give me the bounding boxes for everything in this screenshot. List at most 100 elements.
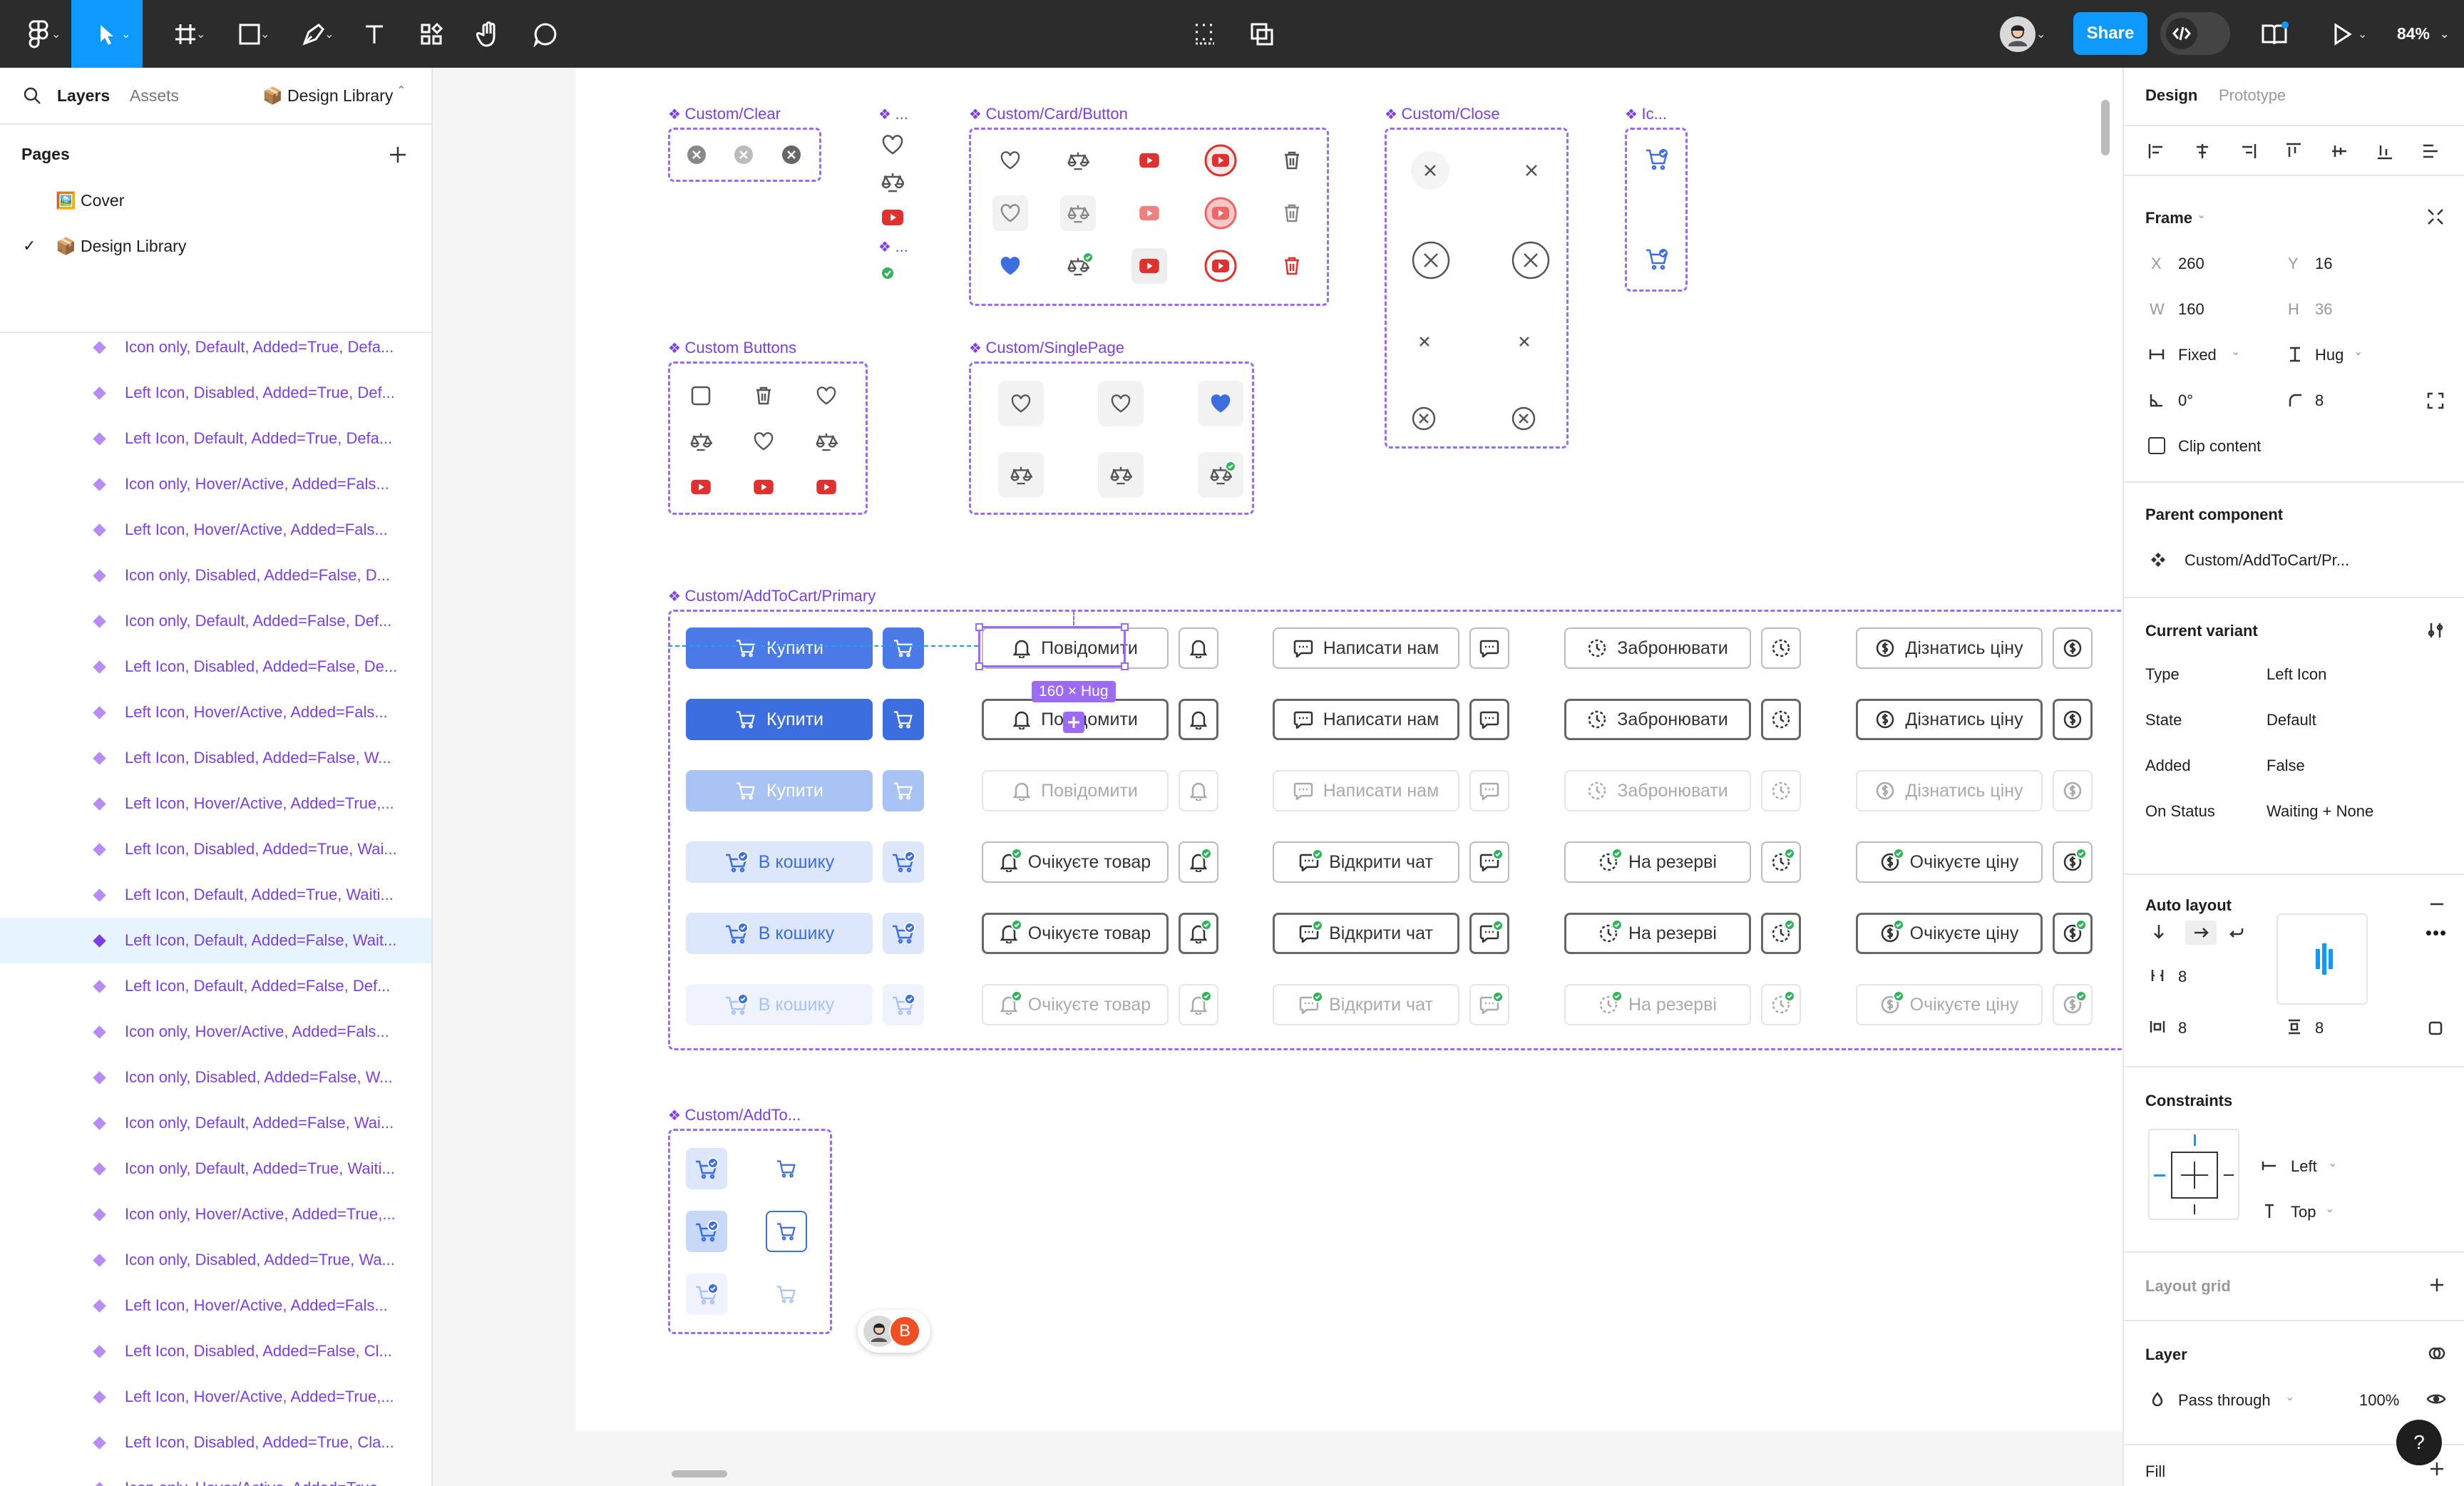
frame-label-dots[interactable]: ... <box>878 105 908 123</box>
youtube-icon[interactable] <box>1131 248 1167 284</box>
align-right-icon[interactable] <box>2234 139 2262 163</box>
frame-label-clear[interactable]: Custom/Clear <box>668 105 781 123</box>
cart-added-icon[interactable] <box>1643 245 1671 274</box>
heart-icon[interactable] <box>1198 381 1243 426</box>
layer-row[interactable]: Left Icon, Disabled, Added=False, De... <box>0 644 431 690</box>
layer-row[interactable]: Icon only, Disabled, Added=False, W... <box>0 1055 431 1100</box>
icon-only-button[interactable] <box>883 699 924 740</box>
layer-row[interactable]: Left Icon, Disabled, Added=True, Cla... <box>0 1420 431 1465</box>
shape-tool-button[interactable]: ⌄ <box>225 0 274 68</box>
layer-row[interactable]: Left Icon, Disabled, Added=True, Def... <box>0 370 431 416</box>
arrow-down-icon[interactable] <box>2148 921 2170 942</box>
close-circle-small-icon[interactable] <box>1410 404 1438 433</box>
pen-tool-button[interactable]: ⌄ <box>289 0 339 68</box>
eye-icon[interactable] <box>2425 1388 2448 1410</box>
comment-tool-button[interactable] <box>524 0 567 68</box>
scales-icon[interactable] <box>1098 452 1144 498</box>
height-mode-select[interactable]: Hug <box>2315 346 2344 364</box>
vertical-scrollbar[interactable] <box>2101 100 2110 155</box>
layer-row[interactable]: Left Icon, Hover/Active, Added=Fals... <box>0 1283 431 1328</box>
library-switcher[interactable]: 📦 Design Library <box>262 86 393 106</box>
frame-tool-button[interactable]: ⌄ <box>160 0 210 68</box>
align-center-h-icon[interactable] <box>2188 139 2217 163</box>
add-to-cart-button[interactable]: Купити <box>686 770 873 811</box>
vertical-constraint-select[interactable]: Top <box>2291 1203 2316 1221</box>
add-to-cart-button[interactable]: В кошику <box>686 841 873 883</box>
cart-icon-button[interactable] <box>766 1148 807 1189</box>
close-icon[interactable] <box>1512 151 1551 190</box>
youtube-icon[interactable] <box>810 471 843 503</box>
close-icon[interactable] <box>1411 151 1449 190</box>
youtube-circle-icon[interactable] <box>1203 248 1238 284</box>
horizontal-padding-input[interactable]: 8 <box>2178 1019 2187 1037</box>
radius-input[interactable]: 8 <box>2315 391 2324 410</box>
clear-circle-icon[interactable] <box>686 144 707 165</box>
y-input[interactable]: 16 <box>2315 255 2332 273</box>
add-to-small-component-set[interactable] <box>668 1129 832 1334</box>
heart-icon[interactable] <box>810 379 843 412</box>
add-to-cart-button[interactable]: На резерві <box>1564 984 1751 1025</box>
heart-icon[interactable] <box>747 425 780 458</box>
hand-tool-button[interactable] <box>467 0 510 68</box>
frame-label-add-to-cart[interactable]: Custom/AddToCart/Primary <box>668 587 876 605</box>
card-button-component-set[interactable] <box>969 128 1329 306</box>
dev-mode-toggle[interactable] <box>2160 12 2230 55</box>
horizontal-scrollbar[interactable] <box>672 1470 727 1477</box>
independent-corners-icon[interactable] <box>2423 389 2448 413</box>
add-to-cart-button[interactable]: Забронювати <box>1564 770 1751 811</box>
layer-row[interactable]: Icon only, Hover/Active, Added=True,... <box>0 1192 431 1237</box>
add-to-cart-button[interactable]: Дізнатись ціну <box>1856 699 2043 740</box>
cart-icon-button[interactable] <box>766 1274 807 1315</box>
add-to-cart-button[interactable]: Купити <box>686 627 873 669</box>
distribute-icon[interactable] <box>2416 139 2445 163</box>
custom-buttons-component-set[interactable] <box>668 362 868 515</box>
icon-only-button[interactable] <box>1179 913 1218 954</box>
icon-only-button[interactable] <box>2053 699 2093 740</box>
layer-row[interactable]: Icon only, Default, Added=False, Wai... <box>0 1100 431 1146</box>
add-to-cart-button[interactable]: На резерві <box>1564 841 1751 883</box>
icon-only-button[interactable] <box>883 841 924 883</box>
remove-auto-layout-icon[interactable] <box>2426 893 2448 915</box>
horizontal-constraint-select[interactable]: Left <box>2291 1157 2317 1176</box>
align-center-v-icon[interactable] <box>2325 139 2353 163</box>
add-to-cart-button[interactable]: Написати нам <box>1273 627 1459 669</box>
icon-only-button[interactable] <box>2053 627 2093 669</box>
youtube-circle-icon[interactable] <box>1203 195 1238 231</box>
icon-only-button[interactable] <box>1761 770 1801 811</box>
more-options-icon[interactable]: ••• <box>2422 921 2450 945</box>
add-to-cart-button[interactable]: Очікуєте ціну <box>1856 984 2043 1025</box>
youtube-circle-icon[interactable] <box>1203 143 1238 178</box>
icon-only-button[interactable] <box>1761 627 1801 669</box>
clear-component-set[interactable] <box>668 128 821 182</box>
frame-label-close[interactable]: Custom/Close <box>1385 105 1500 123</box>
vertical-padding-input[interactable]: 8 <box>2315 1019 2324 1037</box>
width-mode-select[interactable]: Fixed <box>2178 346 2217 364</box>
scales-icon[interactable] <box>1060 143 1096 178</box>
layer-row[interactable]: Icon only, Hover/Active, Added=Fals... <box>0 1009 431 1055</box>
cart-added-icon-button[interactable] <box>686 1148 727 1189</box>
icon-only-button[interactable] <box>883 770 924 811</box>
trash-icon[interactable] <box>747 379 780 412</box>
icon-only-button[interactable] <box>1469 984 1509 1025</box>
gap-input[interactable]: 8 <box>2178 968 2187 986</box>
frame-section-title[interactable]: Frame <box>2145 209 2192 227</box>
resources-tool-button[interactable] <box>410 0 453 68</box>
scales-icon[interactable] <box>1060 248 1096 284</box>
cart-added-icon-button[interactable] <box>686 1274 727 1315</box>
youtube-icon[interactable] <box>1131 195 1167 231</box>
layer-row[interactable]: Icon only, Default, Added=True, Defa... <box>0 324 431 370</box>
collaborators[interactable]: В <box>858 1310 930 1353</box>
close-circle-small-icon[interactable] <box>1509 404 1538 433</box>
add-to-cart-button[interactable]: Відкрити чат <box>1273 984 1459 1025</box>
frame-label-add-to-small[interactable]: Custom/AddTo... <box>668 1106 801 1124</box>
youtube-icon[interactable] <box>747 471 780 503</box>
add-to-cart-button[interactable]: В кошику <box>686 984 873 1025</box>
cart-icon-button[interactable] <box>766 1211 807 1252</box>
heart-icon[interactable] <box>878 130 907 159</box>
blend-mode-select[interactable]: Pass through <box>2178 1391 2271 1410</box>
youtube-icon[interactable] <box>684 471 717 503</box>
blend-options-icon[interactable] <box>2426 1343 2448 1364</box>
variant-prop-value[interactable]: Default <box>2267 711 2316 729</box>
user-avatar-button[interactable]: ⌄ <box>1989 0 2046 68</box>
multi-edit-button[interactable] <box>1241 0 1283 68</box>
